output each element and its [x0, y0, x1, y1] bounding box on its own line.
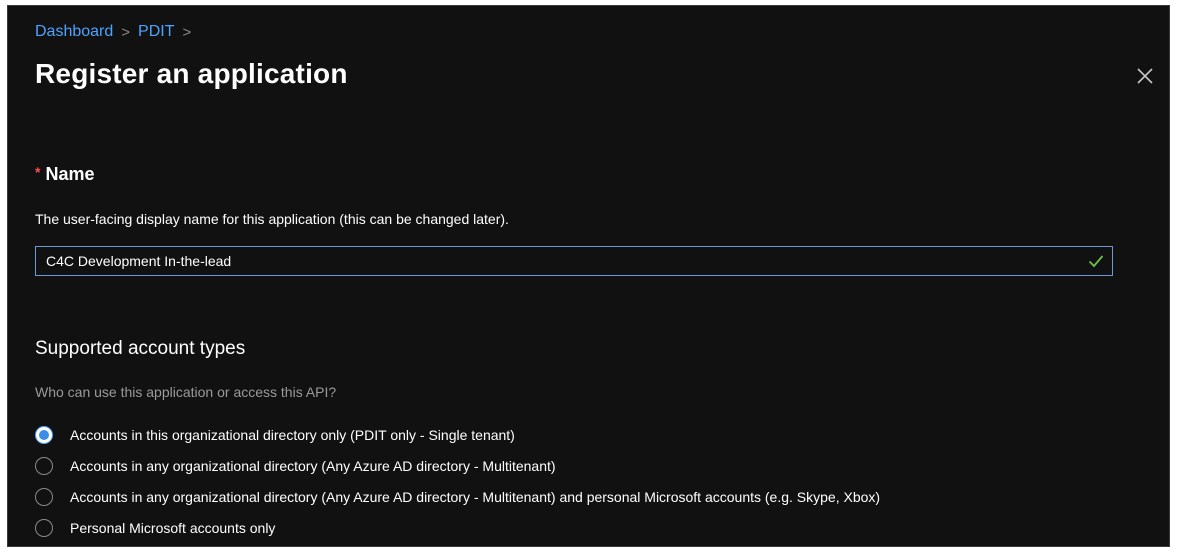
radio-button[interactable] — [35, 487, 53, 506]
breadcrumb: Dashboard > PDIT > — [35, 23, 191, 41]
radio-button[interactable] — [35, 518, 53, 537]
required-marker: * — [35, 164, 41, 180]
close-icon[interactable] — [1135, 66, 1155, 86]
account-types-help: Who can use this application or access t… — [35, 384, 337, 400]
radio-single-tenant[interactable]: Accounts in this organizational director… — [35, 419, 880, 450]
account-types-radio-group: Accounts in this organizational director… — [35, 419, 880, 543]
register-app-panel: Dashboard > PDIT > Register an applicati… — [7, 5, 1170, 547]
radio-button-selected[interactable] — [35, 425, 53, 444]
name-field-help: The user-facing display name for this ap… — [35, 211, 509, 227]
name-label-text: Name — [45, 164, 95, 184]
breadcrumb-dashboard-link[interactable]: Dashboard — [35, 23, 113, 41]
radio-label: Accounts in any organizational directory… — [70, 457, 556, 474]
radio-multitenant[interactable]: Accounts in any organizational directory… — [35, 450, 880, 481]
radio-multitenant-personal[interactable]: Accounts in any organizational directory… — [35, 481, 880, 512]
name-input[interactable] — [36, 247, 1112, 275]
radio-button[interactable] — [35, 456, 53, 475]
page-title: Register an application — [35, 58, 348, 89]
radio-label: Personal Microsoft accounts only — [70, 519, 276, 536]
name-input-wrapper — [35, 246, 1113, 276]
radio-personal-only[interactable]: Personal Microsoft accounts only — [35, 512, 880, 543]
name-field-label: * Name — [35, 164, 94, 185]
radio-label: Accounts in any organizational directory… — [70, 488, 881, 505]
breadcrumb-separator: > — [182, 23, 192, 41]
account-types-title: Supported account types — [35, 338, 246, 359]
breadcrumb-separator: > — [121, 23, 131, 41]
breadcrumb-pdit-link[interactable]: PDIT — [138, 23, 174, 41]
radio-label: Accounts in this organizational director… — [70, 426, 515, 443]
check-icon — [1088, 255, 1104, 268]
